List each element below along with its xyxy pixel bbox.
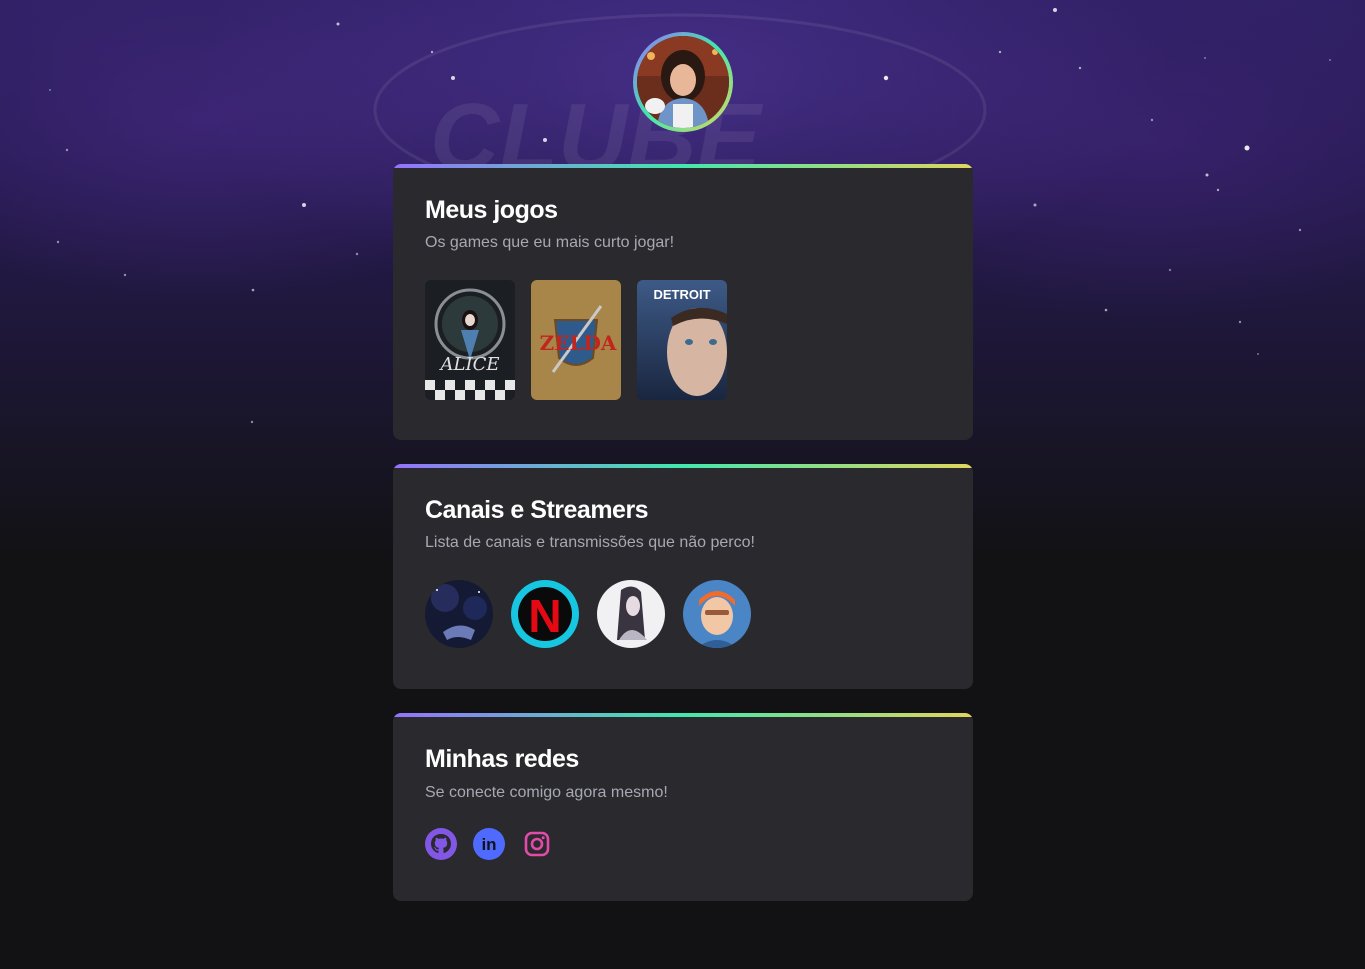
channels-list: N — [425, 580, 751, 648]
channel-avatar-netflix[interactable]: N — [511, 580, 579, 648]
channels-card: Canais e Streamers Lista de canais e tra… — [393, 464, 973, 689]
games-card: Meus jogos Os games que eu mais curto jo… — [393, 164, 973, 440]
game-cover-zelda[interactable]: ZELDA — [531, 280, 621, 400]
game-cover-alice[interactable]: ALICE — [425, 280, 515, 400]
socials-list: in — [425, 828, 553, 860]
socials-card: Minhas redes Se conecte comigo agora mes… — [393, 713, 973, 901]
channels-subtitle: Lista de canais e transmissões que não p… — [425, 534, 755, 551]
github-icon[interactable] — [425, 828, 457, 860]
linkedin-icon[interactable]: in — [473, 828, 505, 860]
channels-title: Canais e Streamers — [425, 496, 649, 524]
games-subtitle: Os games que eu mais curto jogar! — [425, 234, 675, 251]
games-list: ALICE ZELDA DETROIT — [425, 280, 727, 400]
socials-subtitle: Se conecte comigo agora mesmo! — [425, 784, 668, 801]
channel-avatar-1[interactable] — [425, 580, 493, 648]
channel-avatar-4[interactable] — [683, 580, 751, 648]
alice-cover-text: ALICE — [439, 354, 500, 375]
profile-avatar-ring — [633, 32, 733, 132]
games-title: Meus jogos — [425, 196, 558, 224]
netflix-logo: N — [528, 590, 561, 642]
game-cover-detroit[interactable]: DETROIT — [637, 280, 727, 400]
profile-avatar — [637, 36, 729, 128]
instagram-icon[interactable] — [521, 828, 553, 860]
socials-title: Minhas redes — [425, 745, 579, 773]
channel-avatar-3[interactable] — [597, 580, 665, 648]
zelda-cover-text: ZELDA — [540, 331, 617, 355]
linkedin-icon-text: in — [481, 835, 496, 854]
detroit-cover-text: DETROIT — [653, 287, 710, 302]
